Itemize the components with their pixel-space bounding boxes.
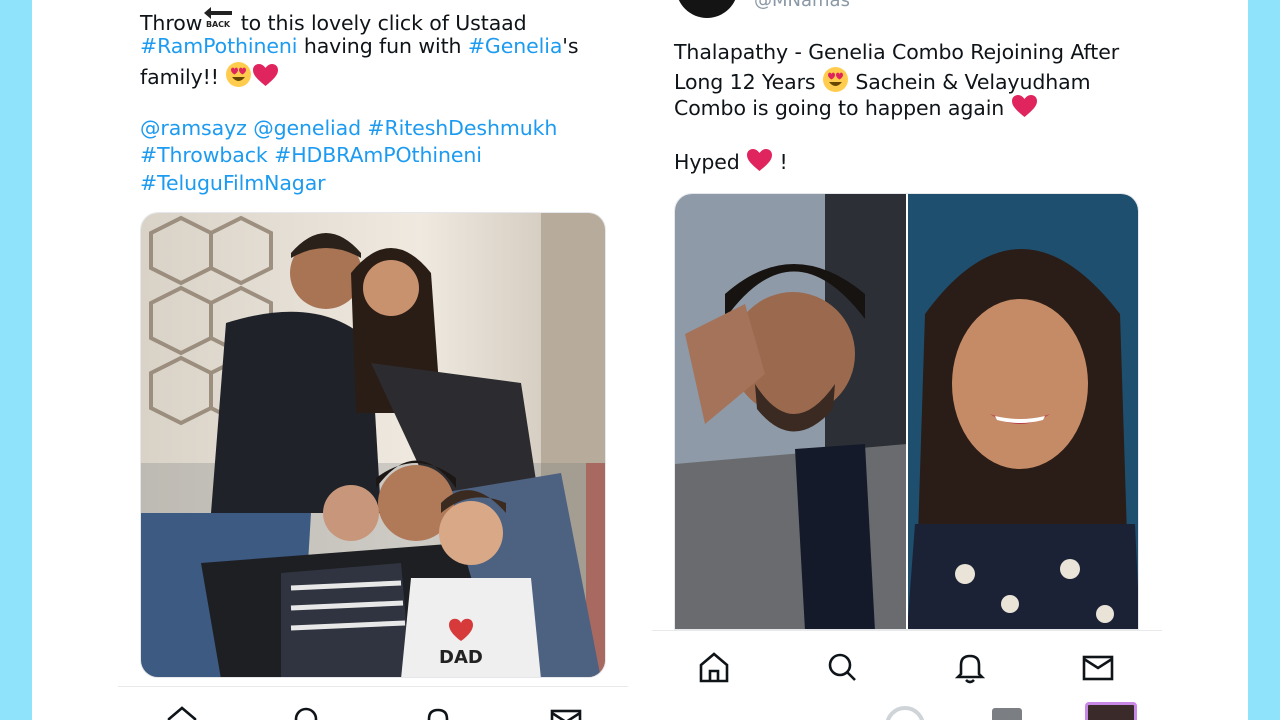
family-photo[interactable]: DAD bbox=[140, 212, 606, 678]
right-nav-divider bbox=[652, 630, 1162, 631]
hashtag-link[interactable]: #RamPothineni bbox=[140, 34, 298, 58]
left-tweet-line-3: family!! bbox=[140, 61, 578, 89]
hashtag-link[interactable]: #Genelia bbox=[468, 34, 563, 58]
right-tweet-blank-line bbox=[674, 121, 1119, 148]
mentions-hashtags-line-1[interactable]: @ramsayz @geneliad #RiteshDeshmukh bbox=[140, 115, 557, 142]
red-heart-icon bbox=[1011, 94, 1038, 126]
collage-photo-illustration bbox=[675, 194, 1138, 629]
mentions-hashtags-line-3[interactable]: #TeluguFilmNagar bbox=[140, 170, 557, 197]
text-apostrophe: 's bbox=[562, 34, 579, 59]
messages-icon[interactable] bbox=[1081, 650, 1115, 684]
back-arrow-icon: BACK bbox=[202, 6, 234, 35]
smiling-face-with-heart-eyes-icon bbox=[225, 61, 252, 95]
search-icon[interactable] bbox=[825, 650, 859, 684]
home-icon[interactable] bbox=[697, 650, 731, 684]
right-tweet-line-2: Long 12 Years Sachein & Velayudham bbox=[674, 66, 1119, 95]
left-nav-divider bbox=[118, 686, 628, 687]
left-tweet-line-2: #RamPothineni having fun with #Genelia's bbox=[140, 33, 579, 60]
mentions-hashtags-line-2[interactable]: #Throwback #HDBRAmPOthineni bbox=[140, 142, 557, 169]
svg-text:BACK: BACK bbox=[206, 20, 231, 28]
shirt-text: DAD bbox=[439, 647, 483, 668]
right-tweet-line-4: Hyped ! bbox=[674, 148, 1119, 175]
text-click-ustaad: to this lovely click of Ustaad bbox=[234, 11, 527, 35]
user-handle[interactable]: @MNamas bbox=[754, 0, 850, 11]
home-icon[interactable] bbox=[165, 704, 199, 720]
search-icon[interactable] bbox=[291, 704, 325, 720]
left-tweet-text: Throw BACK to this lovely click of Ustaad… bbox=[140, 6, 579, 89]
text-family: family!! bbox=[140, 64, 226, 89]
left-tweet-tags: @ramsayz @geneliad #RiteshDeshmukh #Thro… bbox=[140, 115, 557, 197]
collage-photo[interactable] bbox=[674, 193, 1139, 630]
text-sachein-velayudham: Sachein & Velayudham bbox=[848, 70, 1091, 95]
screenshot-canvas: Throw BACK to this lovely click of Ustaad… bbox=[32, 0, 1248, 720]
right-tweet-text: Thalapathy - Genelia Combo Rejoining Aft… bbox=[674, 39, 1119, 175]
text-hyped: Hyped bbox=[674, 150, 747, 175]
messages-icon[interactable] bbox=[549, 704, 583, 720]
family-photo-illustration: DAD bbox=[141, 213, 605, 677]
text-throw: Throw bbox=[140, 11, 203, 35]
red-heart-icon bbox=[252, 63, 279, 95]
left-tweet-line-1: Throw BACK to this lovely click of Ustaad bbox=[140, 6, 578, 35]
text-fun-with: having fun with bbox=[297, 34, 468, 59]
progress-ring-icon bbox=[885, 706, 925, 720]
text-combo-again: Combo is going to happen again bbox=[674, 95, 1011, 120]
card-icon bbox=[992, 708, 1022, 720]
right-tweet-line-3: Combo is going to happen again bbox=[674, 94, 1119, 121]
notifications-icon[interactable] bbox=[953, 650, 987, 684]
text-long-12-years: Long 12 Years bbox=[674, 70, 822, 95]
red-heart-icon bbox=[746, 148, 773, 180]
right-tweet-line-1: Thalapathy - Genelia Combo Rejoining Aft… bbox=[674, 40, 1120, 64]
profile-thumbnail[interactable] bbox=[1085, 702, 1137, 720]
text-exclamation: ! bbox=[773, 150, 788, 175]
notifications-icon[interactable] bbox=[421, 704, 455, 720]
avatar[interactable] bbox=[676, 0, 738, 18]
